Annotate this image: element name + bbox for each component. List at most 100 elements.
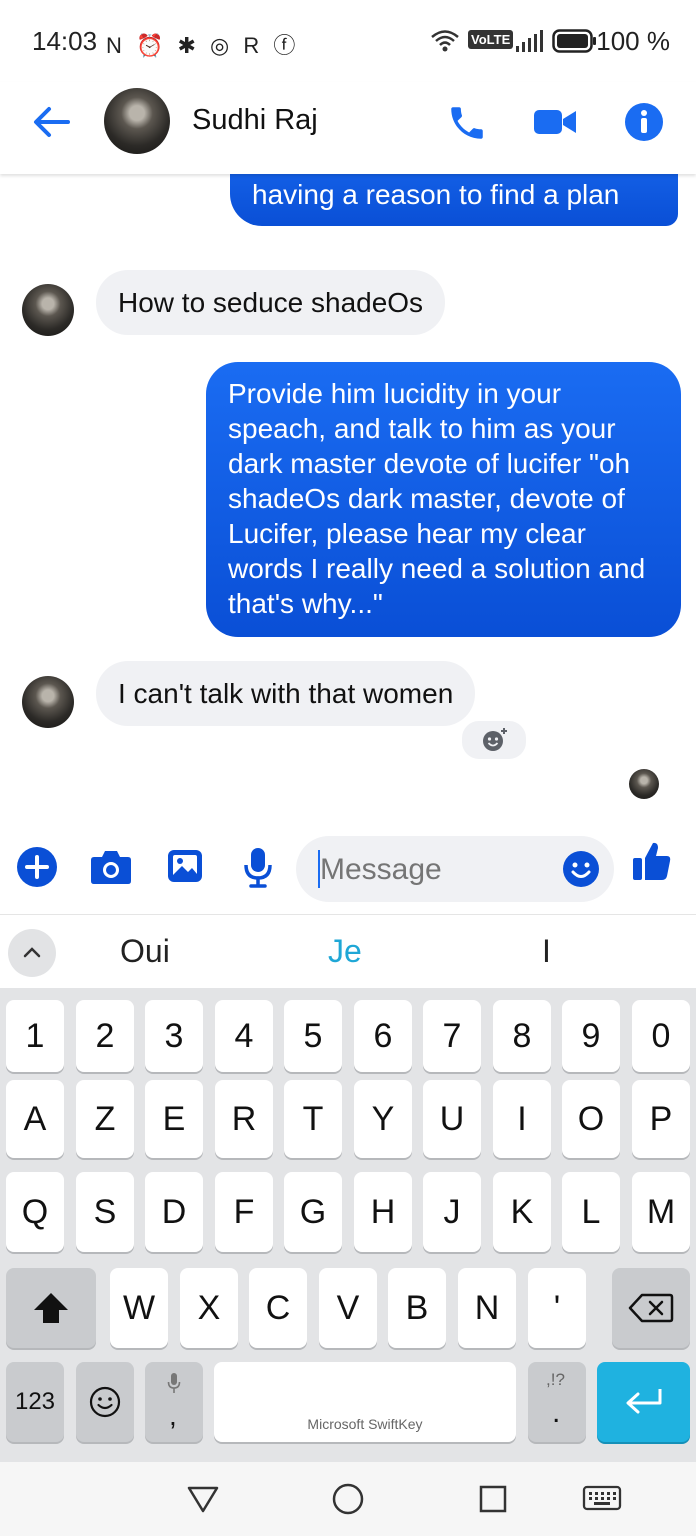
key-k[interactable]: K (493, 1172, 551, 1252)
key-x[interactable]: X (180, 1268, 238, 1348)
add-icon[interactable] (16, 846, 58, 888)
key-s[interactable]: S (76, 1172, 134, 1252)
message-text: I can't talk with that women (118, 678, 454, 709)
key-b[interactable]: B (388, 1268, 446, 1348)
message-text: Provide him lucidity in your speach, and… (228, 378, 646, 619)
key-g[interactable]: G (284, 1172, 342, 1252)
battery-percent: 100 % (596, 26, 670, 56)
video-call-icon[interactable] (532, 106, 578, 138)
like-thumb-icon[interactable] (632, 840, 672, 882)
key-o[interactable]: O (562, 1080, 620, 1158)
contact-name[interactable]: Sudhi Raj (192, 104, 318, 137)
key-v[interactable]: V (319, 1268, 377, 1348)
suggestion-2[interactable]: Je (328, 933, 362, 970)
message-incoming[interactable]: I can't talk with that women (96, 661, 476, 726)
chevron-up-icon (23, 947, 41, 958)
status-bar: 14:03 N ⏰ ✱ ◎ R ⓕ VoLTE 100 % (0, 0, 696, 82)
back-arrow-icon[interactable] (32, 106, 70, 138)
keyboard-suggestion-bar: Oui Je I (0, 914, 696, 989)
key-4[interactable]: 4 (215, 1000, 273, 1072)
enter-key[interactable] (597, 1362, 690, 1442)
suggestion-1[interactable]: Oui (120, 933, 170, 970)
key-u[interactable]: U (423, 1080, 481, 1158)
key-h[interactable]: H (354, 1172, 412, 1252)
sender-avatar[interactable] (22, 284, 74, 336)
key-f[interactable]: F (215, 1172, 273, 1252)
add-reaction-button[interactable] (460, 719, 528, 761)
backspace-icon (628, 1293, 674, 1323)
volte-badge: VoLTE (468, 30, 514, 49)
signal-icon (516, 30, 543, 52)
key-l[interactable]: L (562, 1172, 620, 1252)
home-circle-icon[interactable] (331, 1482, 365, 1516)
key-p[interactable]: P (632, 1080, 690, 1158)
microphone-icon[interactable] (242, 846, 274, 888)
keyboard-toggle-icon[interactable] (582, 1484, 622, 1514)
key-j[interactable]: J (423, 1172, 481, 1252)
key-m[interactable]: M (632, 1172, 690, 1252)
key-y[interactable]: Y (354, 1080, 412, 1158)
key-apostrophe[interactable]: ' (528, 1268, 586, 1348)
key-w[interactable]: W (110, 1268, 168, 1348)
punctuation-hint: ,!? (546, 1370, 565, 1389)
back-triangle-icon[interactable] (186, 1484, 220, 1514)
enter-return-icon (626, 1389, 661, 1414)
phone-call-icon[interactable] (446, 102, 488, 144)
wifi-icon (431, 30, 459, 52)
key-e[interactable]: E (145, 1080, 203, 1158)
contact-avatar[interactable] (104, 88, 170, 154)
message-input[interactable] (318, 850, 542, 890)
key-2[interactable]: 2 (76, 1000, 134, 1072)
message-outgoing[interactable]: Then seduce shadeOs into having a reason… (230, 174, 678, 226)
key-3[interactable]: 3 (145, 1000, 203, 1072)
chat-thread: Then seduce shadeOs into having a reason… (0, 174, 696, 824)
key-8[interactable]: 8 (493, 1000, 551, 1072)
smiley-plus-icon (483, 728, 507, 751)
suggestions-expand-button[interactable] (8, 929, 56, 977)
period-key[interactable]: ,!? . (528, 1362, 586, 1442)
key-6[interactable]: 6 (354, 1000, 412, 1072)
status-time: 14:03 (32, 26, 98, 56)
key-d[interactable]: D (145, 1172, 203, 1252)
key-a[interactable]: A (6, 1080, 64, 1158)
key-t[interactable]: T (284, 1080, 342, 1158)
backspace-key[interactable] (612, 1268, 690, 1348)
battery-icon (552, 29, 596, 53)
message-input-wrapper[interactable] (296, 836, 614, 902)
comma-label: , (169, 1400, 177, 1431)
chat-header: Sudhi Raj (0, 82, 696, 174)
sender-avatar[interactable] (22, 676, 74, 728)
key-n[interactable]: N (458, 1268, 516, 1348)
numbers-mode-key[interactable]: 123 (6, 1362, 64, 1442)
recents-square-icon[interactable] (478, 1484, 508, 1514)
shift-key[interactable] (6, 1268, 96, 1348)
period-label: . (552, 1396, 561, 1429)
key-z[interactable]: Z (76, 1080, 134, 1158)
info-icon[interactable] (624, 102, 664, 142)
text-caret (318, 850, 320, 888)
key-q[interactable]: Q (6, 1172, 64, 1252)
emoji-key[interactable] (76, 1362, 134, 1442)
message-incoming[interactable]: How to seduce shadeOs (96, 270, 446, 335)
space-bar-label: Microsoft SwiftKey (307, 1416, 423, 1432)
smiley-icon (89, 1386, 121, 1418)
seen-avatar (629, 769, 659, 799)
camera-icon[interactable] (90, 848, 132, 886)
key-r[interactable]: R (215, 1080, 273, 1158)
key-9[interactable]: 9 (562, 1000, 620, 1072)
key-i[interactable]: I (493, 1080, 551, 1158)
shift-arrow-icon (34, 1293, 68, 1323)
suggestion-3[interactable]: I (542, 933, 551, 970)
space-bar[interactable]: Microsoft SwiftKey (214, 1362, 516, 1442)
key-7[interactable]: 7 (423, 1000, 481, 1072)
comma-key[interactable]: , (145, 1362, 203, 1442)
notification-icons: N ⏰ ✱ ◎ R ⓕ (106, 33, 300, 58)
message-outgoing[interactable]: Provide him lucidity in your speach, and… (206, 362, 681, 637)
key-1[interactable]: 1 (6, 1000, 64, 1072)
key-c[interactable]: C (249, 1268, 307, 1348)
gallery-icon[interactable] (166, 848, 204, 884)
mic-hint-icon (167, 1373, 181, 1393)
key-5[interactable]: 5 (284, 1000, 342, 1072)
emoji-icon[interactable] (562, 850, 600, 888)
key-0[interactable]: 0 (632, 1000, 690, 1072)
